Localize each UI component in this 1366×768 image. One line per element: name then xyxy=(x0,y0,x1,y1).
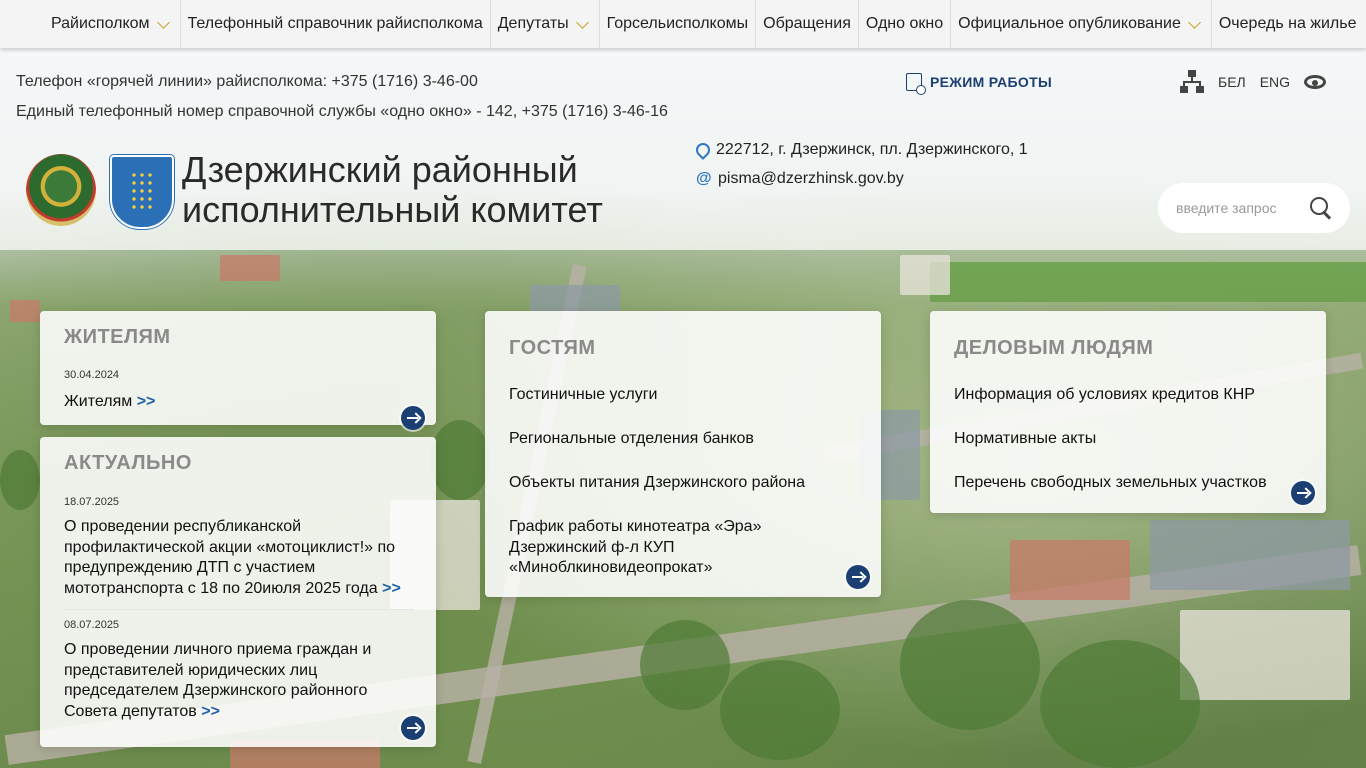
residents-card: ЖИТЕЛЯМ 30.04.2024 Жителям >> xyxy=(40,311,436,430)
news-date: 30.04.2024 xyxy=(64,369,120,381)
residents-link[interactable]: Жителям >> xyxy=(64,392,155,413)
search-icon[interactable] xyxy=(1310,197,1328,215)
district-coat-of-arms-logo xyxy=(110,155,174,229)
actual-news-card: АКТУАЛЬНО 18.07.2025 О проведении респуб… xyxy=(40,437,436,747)
guests-card: ГОСТЯМ Гостиничные услуги Региональные о… xyxy=(485,311,881,597)
residents-link-text: Жителям xyxy=(64,393,133,410)
nav-item-6[interactable]: Официальное опубликование xyxy=(951,0,1212,48)
lang-bel-link[interactable]: БЕЛ xyxy=(1218,74,1246,90)
accessibility-eye-icon[interactable] xyxy=(1304,75,1327,89)
nav-item-4[interactable]: Обращения xyxy=(756,0,859,48)
org-title-line2: исполнительный комитет xyxy=(182,189,603,230)
nav-item-5[interactable]: Одно окно xyxy=(859,0,952,48)
news-item-text: О проведении республиканской профилактич… xyxy=(64,518,396,597)
guests-link-banks[interactable]: Региональные отделения банков xyxy=(509,429,754,450)
work-hours-link[interactable]: РЕЖИМ РАБОТЫ xyxy=(906,73,1052,95)
chevron-down-icon xyxy=(156,15,170,29)
nav-item-7[interactable]: Очередь на жилье xyxy=(1212,0,1364,48)
email-at-icon: @ xyxy=(696,170,712,187)
nav-item-0[interactable]: Райисполком xyxy=(44,0,181,48)
nav-item-label: Обращения xyxy=(763,15,851,32)
one-window-phone: Единый телефонный номер справочной служб… xyxy=(16,103,668,120)
national-emblem-logo xyxy=(26,154,96,226)
email-text[interactable]: pisma@dzerzhinsk.gov.by xyxy=(718,170,904,188)
sitemap-icon[interactable] xyxy=(1180,70,1204,94)
org-title-line1: Дзержинский районный xyxy=(182,149,578,190)
chevron-down-icon xyxy=(575,15,589,29)
address: 222712, г. Дзержинск, пл. Дзержинского, … xyxy=(693,140,1028,160)
guests-link-cinema[interactable]: График работы кинотеатра «Эра» Дзержинск… xyxy=(509,517,829,579)
header-tools: БЕЛ ENG xyxy=(1180,70,1327,94)
nav-item-label: Горсельисполкомы xyxy=(606,15,749,32)
nav-item-3[interactable]: Горсельисполкомы xyxy=(600,0,757,48)
business-title: ДЕЛОВЫМ ЛЮДЯМ xyxy=(954,337,1154,359)
guests-link-food[interactable]: Объекты питания Дзержинского района xyxy=(509,473,805,494)
guests-title: ГОСТЯМ xyxy=(509,337,596,359)
nav-item-label: Официальное опубликование xyxy=(958,15,1181,32)
lang-eng-link[interactable]: ENG xyxy=(1260,74,1290,90)
business-card: ДЕЛОВЫМ ЛЮДЯМ Информация об условиях кре… xyxy=(930,311,1326,513)
more-link[interactable]: >> xyxy=(201,703,220,720)
org-title[interactable]: Дзержинский районный исполнительный коми… xyxy=(182,150,603,230)
address-text: 222712, г. Дзержинск, пл. Дзержинского, … xyxy=(716,141,1028,158)
email[interactable]: @ pisma@dzerzhinsk.gov.by xyxy=(696,170,904,188)
main-navigation: Райисполком Телефонный справочник райиспо… xyxy=(0,0,1366,48)
arrow-right-icon[interactable] xyxy=(401,716,425,740)
arrow-right-icon[interactable] xyxy=(401,406,425,430)
more-link[interactable]: >> xyxy=(137,393,156,410)
nav-item-label: Райисполком xyxy=(51,15,150,32)
location-pin-icon xyxy=(693,140,713,160)
divider xyxy=(64,609,414,610)
nav-item-label: Депутаты xyxy=(497,15,569,32)
search-box xyxy=(1158,183,1350,233)
news-item[interactable]: О проведении республиканской профилактич… xyxy=(64,517,414,599)
arrow-right-icon[interactable] xyxy=(1291,481,1315,505)
business-link-acts[interactable]: Нормативные акты xyxy=(954,429,1096,450)
chevron-down-icon xyxy=(1187,15,1201,29)
nav-item-label: Очередь на жилье xyxy=(1218,15,1357,32)
arrow-right-icon[interactable] xyxy=(846,565,870,589)
nav-item-label: Телефонный справочник райисполкома xyxy=(187,15,483,32)
calendar-clock-icon xyxy=(906,73,926,95)
news-item[interactable]: О проведении личного приема граждан и пр… xyxy=(64,640,414,722)
more-link[interactable]: >> xyxy=(382,580,401,597)
search-input[interactable] xyxy=(1174,199,1298,217)
business-link-credits[interactable]: Информация об условиях кредитов КНР xyxy=(954,385,1255,406)
hotline-phone: Телефон «горячей линии» райисполкома: +3… xyxy=(16,73,478,90)
nav-item-2[interactable]: Депутаты xyxy=(491,0,600,48)
business-link-land[interactable]: Перечень свободных земельных участков xyxy=(954,473,1267,494)
actual-title: АКТУАЛЬНО xyxy=(64,452,192,474)
news-date: 08.07.2025 xyxy=(64,619,120,631)
guests-link-hotels[interactable]: Гостиничные услуги xyxy=(509,385,657,406)
nav-item-label: Одно окно xyxy=(865,15,944,32)
work-hours-label: РЕЖИМ РАБОТЫ xyxy=(930,74,1052,90)
residents-title: ЖИТЕЛЯМ xyxy=(64,326,171,348)
nav-item-1[interactable]: Телефонный справочник райисполкома xyxy=(181,0,491,48)
news-date: 18.07.2025 xyxy=(64,496,120,508)
